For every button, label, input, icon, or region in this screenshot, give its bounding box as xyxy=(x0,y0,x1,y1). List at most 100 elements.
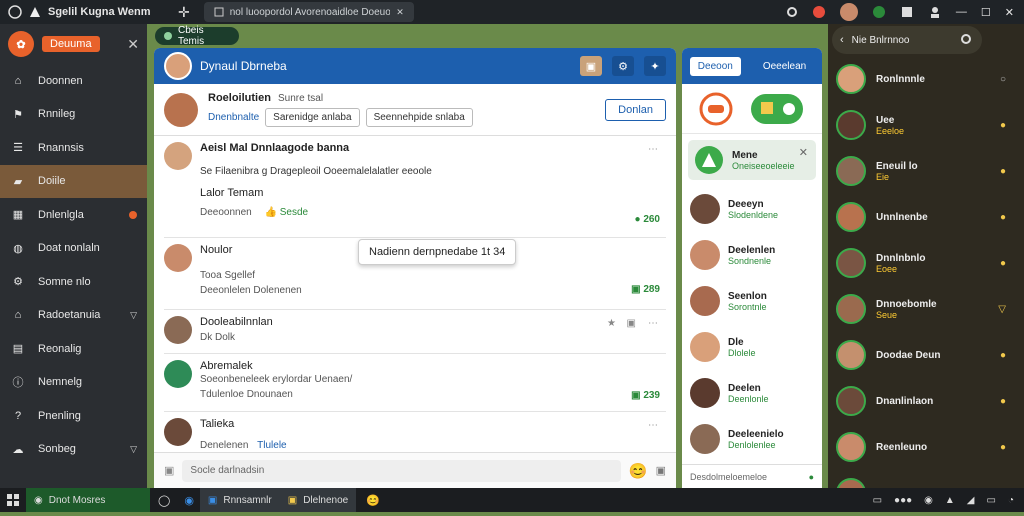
clock-tray-icon[interactable]: ◔ xyxy=(1008,495,1014,506)
edge-icon[interactable]: ◉ xyxy=(178,494,200,507)
contact-avatar[interactable] xyxy=(690,286,720,316)
taskbar-app-3[interactable]: ▣ Dlelnenoe xyxy=(279,488,357,512)
post-chip[interactable]: Sesde xyxy=(280,207,308,218)
post-avatar[interactable] xyxy=(164,418,192,446)
image-icon[interactable]: ▣ xyxy=(627,318,636,329)
battery-tray-icon[interactable]: ▭ xyxy=(987,495,996,506)
right-panel-card[interactable]: Mene Oneiseeoeleeie ✕ xyxy=(688,140,816,180)
post-3[interactable]: Dooleabilnnlan Dk Dolk ★ ▣ ⋯ xyxy=(164,310,666,354)
friend-avatar[interactable] xyxy=(836,202,866,232)
friend-status-icon[interactable]: ● xyxy=(1000,396,1006,407)
image-button-icon[interactable]: ▣ xyxy=(580,56,602,76)
friend-item[interactable]: Eneuil lo Eie ● xyxy=(828,148,1024,194)
star-icon[interactable]: ★ xyxy=(607,318,616,329)
chat-bubble-icon[interactable] xyxy=(749,92,805,126)
sidebar-item[interactable]: ⚑ Rnnileg xyxy=(0,98,147,132)
sidebar-item[interactable]: ☁ Sonbeg ▽ xyxy=(0,433,147,467)
sidebar-item[interactable]: ⌂ Doonnen xyxy=(0,64,147,98)
post-avatar[interactable] xyxy=(164,142,192,170)
friend-avatar[interactable] xyxy=(836,340,866,370)
status-tray-icon[interactable]: ●●● xyxy=(894,495,912,506)
more-dots-icon[interactable]: ⋯ xyxy=(648,318,658,329)
sidebar-item[interactable]: ? Pnenling xyxy=(0,399,147,433)
contact-avatar[interactable] xyxy=(690,424,720,454)
sidebar-item[interactable]: ⚙ Somne nlo xyxy=(0,265,147,299)
taskbar-app-1[interactable]: ◉ Dnot Mosres xyxy=(26,488,150,512)
user-avatar[interactable] xyxy=(839,3,858,21)
chevron-down-icon[interactable]: ▽ xyxy=(130,310,137,321)
sidebar-close-icon[interactable]: ✕ xyxy=(127,36,139,53)
profile-chip-1[interactable]: Sarenidge anlaba xyxy=(265,108,360,127)
brand-label[interactable]: Deuuma xyxy=(42,36,100,52)
camera-tray-icon[interactable]: ◉ xyxy=(924,495,933,506)
contact-item[interactable]: Deelen Deenlonle xyxy=(682,370,822,416)
post-4[interactable]: Abremalek Soeonbeneleek erylordar Uenaen… xyxy=(164,354,666,412)
maximize-icon[interactable]: ☐ xyxy=(981,6,991,19)
tab-first[interactable]: Deeoon xyxy=(689,56,741,76)
tab-close-icon[interactable]: ✕ xyxy=(396,7,404,18)
status-icon[interactable] xyxy=(872,5,886,19)
network-tray-icon[interactable]: ▲ xyxy=(945,495,955,506)
post-avatar[interactable] xyxy=(164,244,192,272)
contact-item[interactable]: Seenlon Sorontnle xyxy=(682,278,822,324)
composer-input[interactable]: Socle darlnadsin xyxy=(182,459,621,482)
friend-item[interactable]: Dnanlinlaon ● xyxy=(828,378,1024,424)
header-avatar[interactable] xyxy=(164,52,192,80)
contact-item[interactable]: Deeeyn Slodenldene xyxy=(682,186,822,232)
settings-icon[interactable] xyxy=(786,6,798,18)
friend-status-icon[interactable]: ▽ xyxy=(998,304,1006,315)
browser-tab[interactable]: nol luoopordol Avorenoaidloe Doeuoos ✕ xyxy=(203,2,414,22)
friend-avatar[interactable] xyxy=(836,156,866,186)
friend-item[interactable]: Unnlnenbe ● xyxy=(828,194,1024,240)
friend-item[interactable]: Dnnlnbnlo Eoee ● xyxy=(828,240,1024,286)
minimize-icon[interactable]: — xyxy=(956,6,967,18)
tab-second[interactable]: Oeeelean xyxy=(755,57,814,76)
start-icon[interactable] xyxy=(0,488,26,512)
volume-tray-icon[interactable]: ◢ xyxy=(967,495,975,506)
sidebar-item[interactable]: ☰ Rnannsis xyxy=(0,131,147,165)
sidebar-item[interactable]: ▰ Doiile xyxy=(0,164,147,198)
friend-item[interactable]: Uee Eeeloe ● xyxy=(828,102,1024,148)
chevron-down-icon[interactable]: ▽ xyxy=(130,444,137,455)
more-dots-icon[interactable]: ⋯ xyxy=(648,420,658,431)
attach-icon[interactable]: ▣ xyxy=(164,464,174,477)
friend-item[interactable]: Reenleuno ● xyxy=(828,424,1024,470)
profile-link[interactable]: Dnenbnalte xyxy=(208,109,259,126)
profile-chip-2[interactable]: Seennehpide snlaba xyxy=(365,108,473,127)
contact-item[interactable]: Dle Dlolele xyxy=(682,324,822,370)
contact-avatar[interactable] xyxy=(690,194,720,224)
friend-status-icon[interactable]: ● xyxy=(1000,258,1006,269)
friend-status-icon[interactable]: ● xyxy=(1000,442,1006,453)
profile-avatar[interactable] xyxy=(164,92,198,127)
window-close-icon[interactable]: ✕ xyxy=(1005,6,1014,19)
friend-avatar[interactable] xyxy=(836,248,866,278)
back-icon[interactable]: ‹ xyxy=(840,34,844,46)
friend-avatar[interactable] xyxy=(836,386,866,416)
search-icon[interactable] xyxy=(960,33,974,47)
friend-item[interactable]: Dnnoebomle Seue ▽ xyxy=(828,286,1024,332)
search-icon[interactable]: ◯ xyxy=(150,494,178,507)
emoji-app-icon[interactable]: 😊 xyxy=(356,494,390,507)
friend-status-icon[interactable]: ● xyxy=(1000,120,1006,131)
friend-avatar[interactable] xyxy=(836,432,866,462)
friend-status-icon[interactable]: ○ xyxy=(1000,74,1006,85)
post-avatar[interactable] xyxy=(164,360,192,388)
contact-item[interactable]: Deelenlen Sondnenle xyxy=(682,232,822,278)
send-icon[interactable]: ▣ xyxy=(656,464,666,477)
gear-icon[interactable]: ⚙ xyxy=(612,56,634,76)
friend-status-icon[interactable]: ● xyxy=(1000,212,1006,223)
notification-icon[interactable] xyxy=(812,5,826,19)
friend-avatar[interactable] xyxy=(836,64,866,94)
more-icon[interactable]: ✦ xyxy=(644,56,666,76)
sidebar-item[interactable]: ⌂ Radoetanuia ▽ xyxy=(0,299,147,333)
sidebar-item[interactable]: ◍ Doat nonlaln xyxy=(0,232,147,266)
friend-avatar[interactable] xyxy=(836,110,866,140)
chat-tray-icon[interactable]: ▭ xyxy=(873,495,882,506)
friend-item[interactable]: Doodae Deun ● xyxy=(828,332,1024,378)
friend-avatar[interactable] xyxy=(836,294,866,324)
contact-item[interactable]: Deeleenielo Denlolenlee xyxy=(682,416,822,462)
sidebar-item[interactable]: ⓘ Nemnelg xyxy=(0,366,147,400)
contact-avatar[interactable] xyxy=(690,378,720,408)
card-close-icon[interactable]: ✕ xyxy=(799,146,808,159)
friend-status-icon[interactable]: ● xyxy=(1000,350,1006,361)
